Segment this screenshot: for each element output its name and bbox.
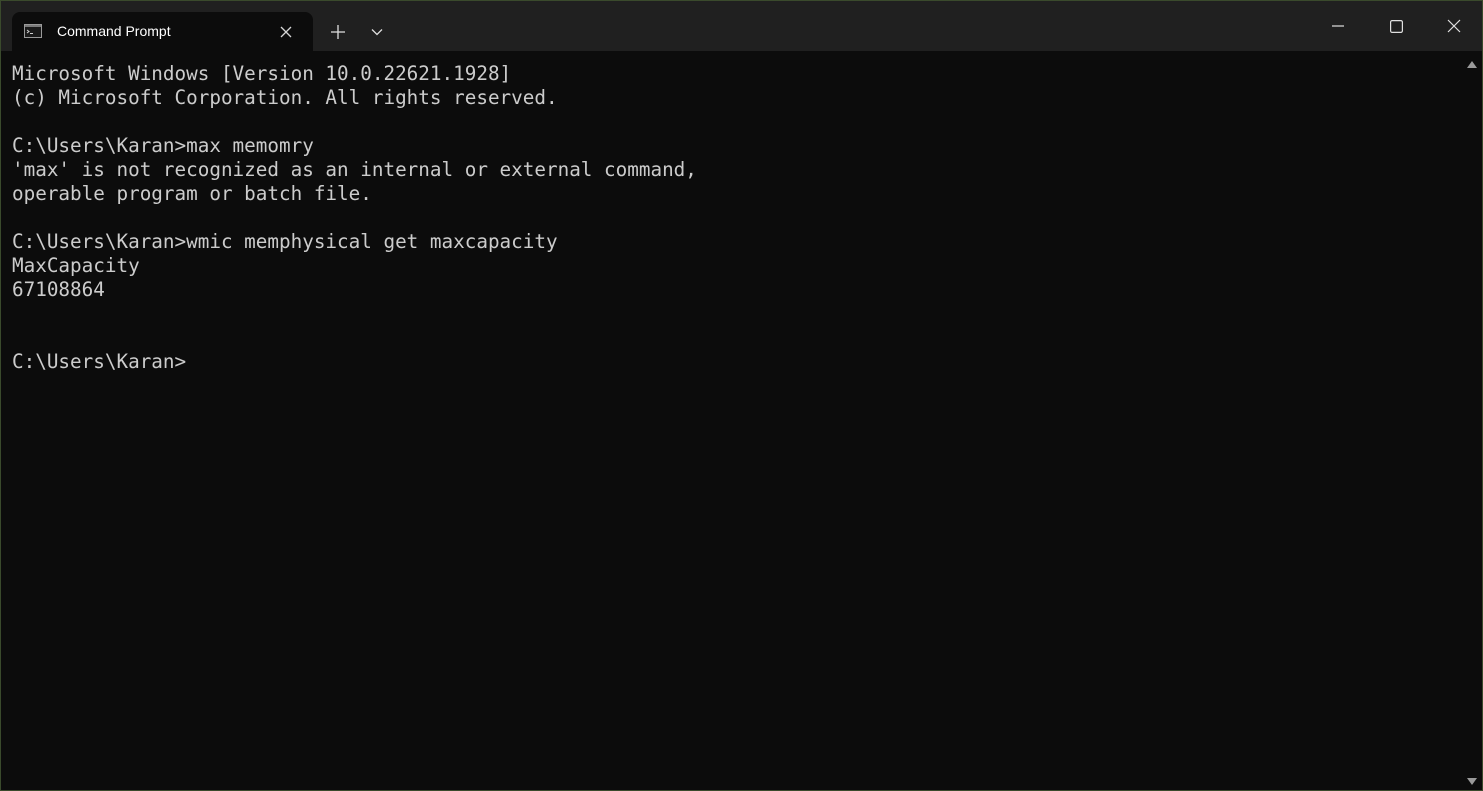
new-tab-button[interactable] [323,17,353,47]
console-line: C:\Users\Karan>wmic memphysical get maxc… [12,230,558,253]
tab-title: Command Prompt [57,23,171,39]
minimize-button[interactable] [1309,1,1367,51]
terminal-icon [24,24,42,38]
console-prompt-line[interactable]: C:\Users\Karan> [12,350,697,374]
scroll-up-button[interactable] [1466,59,1478,69]
console-line: 67108864 [12,278,105,301]
chevron-down-icon [371,29,383,36]
scroll-down-button[interactable] [1466,776,1478,786]
vertical-scrollbar[interactable] [1462,51,1482,790]
tab-dropdown-button[interactable] [362,17,392,47]
console-line: 'max' is not recognized as an internal o… [12,158,697,181]
console-line: operable program or batch file. [12,182,372,205]
command-prompt-window: Command Prompt Microsoft Windows [Versio… [0,0,1483,791]
maximize-button[interactable] [1367,1,1425,51]
tab-close-button[interactable] [276,22,296,42]
console-text: Microsoft Windows [Version 10.0.22621.19… [12,62,697,374]
terminal-output[interactable]: Microsoft Windows [Version 10.0.22621.19… [1,51,1462,790]
close-icon [280,26,292,38]
triangle-down-icon [1467,777,1477,785]
tab-command-prompt[interactable]: Command Prompt [12,12,313,52]
console-line: MaxCapacity [12,254,140,277]
title-bar[interactable]: Command Prompt [1,1,1482,52]
close-icon [1447,19,1461,33]
close-window-button[interactable] [1425,1,1482,51]
console-line: C:\Users\Karan>max memomry [12,134,314,157]
console-line: Microsoft Windows [Version 10.0.22621.19… [12,62,512,85]
maximize-icon [1389,19,1403,33]
console-line: (c) Microsoft Corporation. All rights re… [12,86,558,109]
triangle-up-icon [1467,60,1477,68]
minimize-icon [1332,25,1344,27]
plus-icon [331,25,345,39]
